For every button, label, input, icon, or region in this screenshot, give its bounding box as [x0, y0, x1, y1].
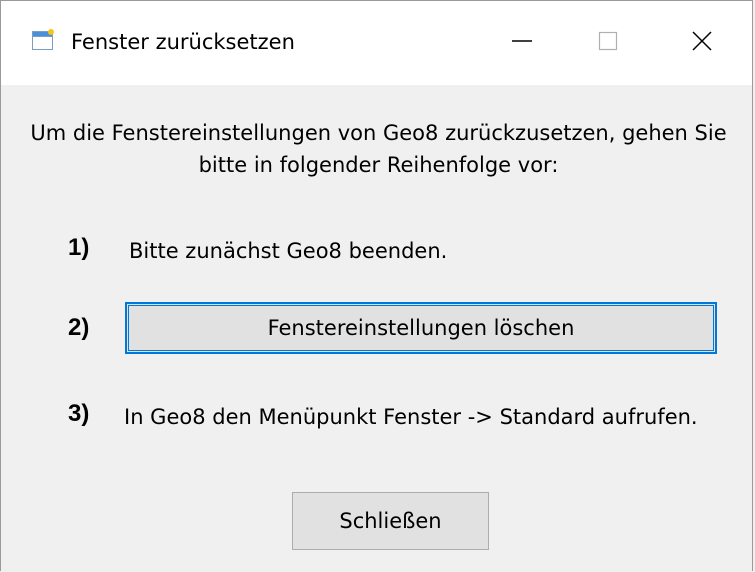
- close-button[interactable]: Schließen: [292, 492, 489, 550]
- step-3-number: 3): [68, 400, 90, 427]
- close-icon: [690, 29, 714, 57]
- step-1-text: Bitte zunächst Geo8 beenden.: [129, 239, 448, 263]
- close-window-button[interactable]: [659, 1, 745, 85]
- step-3-text: In Geo8 den Menüpunkt Fenster -> Standar…: [124, 405, 698, 429]
- minimize-icon: [510, 29, 534, 57]
- maximize-icon: [596, 29, 620, 57]
- maximize-button[interactable]: [565, 1, 651, 85]
- dialog-window: Fenster zurücksetzen Um die Fenstereinst…: [0, 0, 753, 571]
- intro-line-2: bitte in folgender Reihenfolge vor:: [198, 153, 559, 177]
- window-app-icon: [32, 29, 55, 51]
- delete-window-settings-button[interactable]: Fenstereinstellungen löschen: [125, 302, 717, 354]
- intro-line-1: Um die Fenstereinstellungen von Geo8 zur…: [30, 121, 727, 145]
- step-2-number: 2): [68, 314, 90, 341]
- step-1-number: 1): [68, 234, 90, 261]
- intro-text: Um die Fenstereinstellungen von Geo8 zur…: [1, 117, 755, 181]
- minimize-button[interactable]: [479, 1, 565, 85]
- title-bar[interactable]: Fenster zurücksetzen: [1, 1, 752, 85]
- window-title: Fenster zurücksetzen: [71, 30, 295, 54]
